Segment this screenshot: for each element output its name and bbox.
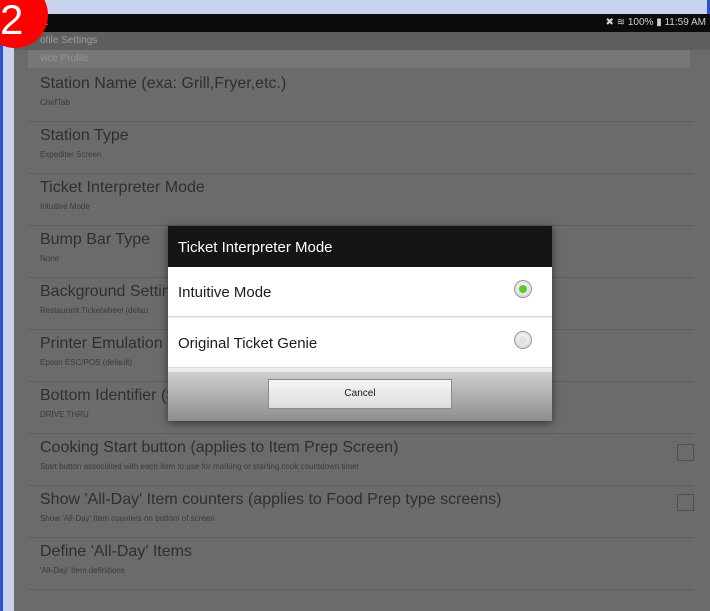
option-intuitive-mode[interactable]: Intuitive Mode — [168, 267, 552, 317]
app-bar: ofile Settings — [14, 32, 710, 50]
app-title: ofile Settings — [40, 35, 98, 46]
setting-all-day-counters[interactable]: Show 'All-Day' Item counters (applies to… — [28, 486, 694, 538]
setting-title: Background Setting — [40, 283, 180, 300]
radio-unselected-icon[interactable] — [514, 331, 532, 349]
setting-title: Ticket Interpreter Mode — [40, 179, 205, 196]
dialog-button-bar: Cancel — [168, 372, 552, 421]
section-header-label: vice Profile — [40, 53, 89, 64]
setting-title: Printer Emulation — [40, 335, 163, 352]
setting-ticket-interpreter-mode[interactable]: Ticket Interpreter Mode Intuitive Mode — [28, 174, 694, 226]
setting-value: Restaurant Ticketwheel (defau — [40, 306, 149, 315]
setting-value: Show 'All-Day' Item counters on bottom o… — [40, 514, 215, 523]
cancel-button[interactable]: Cancel — [268, 379, 452, 409]
setting-value: ChefTab — [40, 98, 70, 107]
setting-station-type[interactable]: Station Type Expediter Screen — [28, 122, 694, 174]
radio-selected-icon[interactable] — [514, 280, 532, 298]
setting-value: Epson ESC/POS (default) — [40, 358, 133, 367]
setting-value: 'All-Day' Item definitions — [40, 566, 125, 575]
dialog-title-bar: Ticket Interpreter Mode — [168, 226, 552, 267]
setting-title: Bottom Identifier (S — [40, 387, 177, 404]
option-label: Original Ticket Genie — [178, 335, 318, 352]
status-bar-indicators: ✖ ≋ 100% ▮ 11:59 AM — [605, 17, 706, 28]
setting-define-all-day-items[interactable]: Define 'All-Day' Items 'All-Day' Item de… — [28, 538, 694, 590]
setting-value: Start button associated with each item t… — [40, 462, 360, 471]
setting-title: Station Name (exa: Grill,Fryer,etc.) — [40, 75, 287, 92]
section-header: vice Profile — [28, 50, 690, 68]
setting-title: Define 'All-Day' Items — [40, 543, 192, 560]
setting-title: Cooking Start button (applies to Item Pr… — [40, 439, 399, 456]
setting-station-name[interactable]: Station Name (exa: Grill,Fryer,etc.) Che… — [28, 70, 694, 122]
setting-title: Station Type — [40, 127, 129, 144]
setting-value: DRIVE THRU — [40, 410, 89, 419]
dialog-title: Ticket Interpreter Mode — [178, 239, 333, 256]
setting-value: Intuitive Mode — [40, 202, 90, 211]
setting-title: Show 'All-Day' Item counters (applies to… — [40, 491, 502, 508]
all-day-counters-checkbox[interactable] — [677, 494, 694, 511]
ticket-interpreter-mode-dialog: Ticket Interpreter Mode Intuitive Mode O… — [168, 226, 552, 421]
setting-cooking-start-button[interactable]: Cooking Start button (applies to Item Pr… — [28, 434, 694, 486]
setting-value: None — [40, 254, 60, 263]
cooking-start-checkbox[interactable] — [677, 444, 694, 461]
setting-title: Bump Bar Type — [40, 231, 150, 248]
device-screen: ... ✖ ≋ 100% ▮ 11:59 AM ofile Settings v… — [14, 14, 710, 611]
option-original-ticket-genie[interactable]: Original Ticket Genie — [168, 318, 552, 368]
option-label: Intuitive Mode — [178, 284, 272, 301]
setting-value: Expediter Screen — [40, 150, 102, 159]
status-bar: ... ✖ ≋ 100% ▮ 11:59 AM — [14, 14, 710, 32]
step-number: 2 — [0, 0, 24, 43]
